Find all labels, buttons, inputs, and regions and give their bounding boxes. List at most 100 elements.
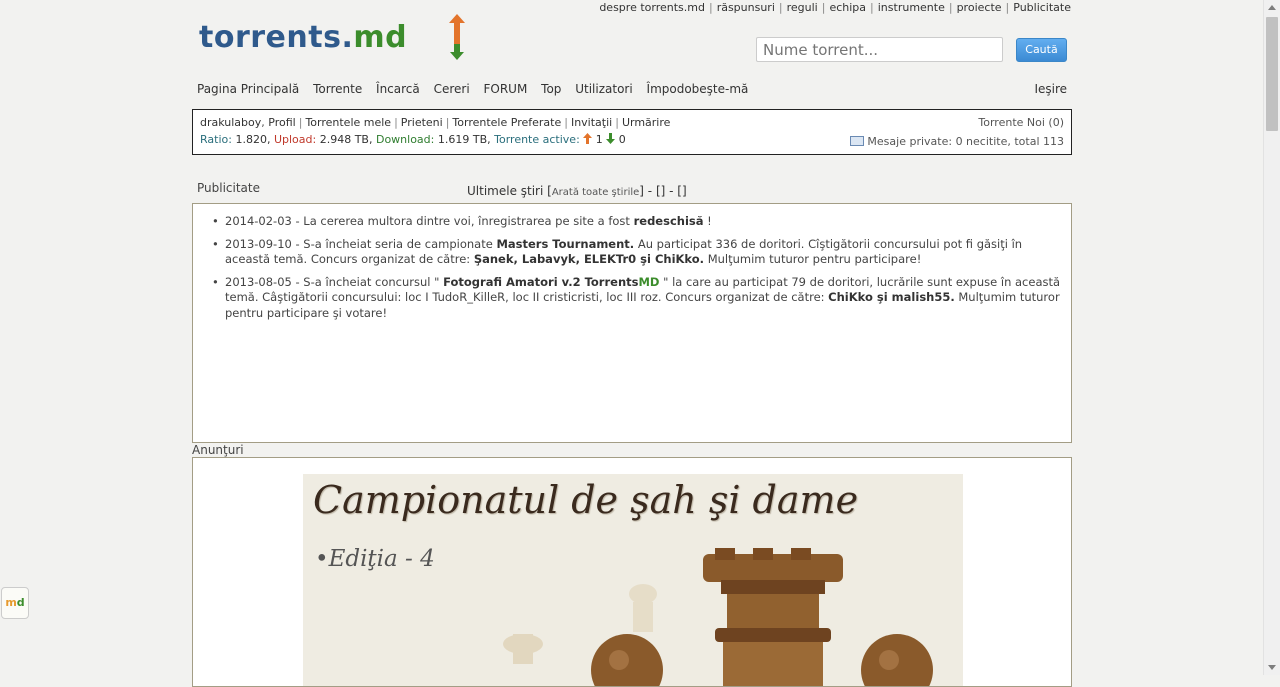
scroll-up-icon[interactable] <box>1268 5 1276 10</box>
link-prieteni[interactable]: Prieteni <box>401 116 443 129</box>
separator: | <box>708 1 713 14</box>
news-text: - La cererea multora dintre voi, înregis… <box>291 214 634 228</box>
active-up-count: 1 <box>595 133 603 146</box>
nav-cereri[interactable]: Cereri <box>434 82 470 96</box>
link-torrentele-mele[interactable]: Torrentele mele <box>305 116 391 129</box>
search-input[interactable] <box>756 37 1003 62</box>
top-links: despre torrents.md | răspunsuri | reguli | ech… <box>599 1 1071 14</box>
separator: | <box>298 116 303 129</box>
upload-value: 2.948 TB <box>319 133 369 146</box>
link-preferate[interactable]: Torrentele Preferate <box>452 116 561 129</box>
nav-incarca[interactable]: Încarcă <box>376 82 420 96</box>
news-text: Mulţumim tuturor pentru participare! <box>704 252 922 266</box>
news-text: ! <box>703 214 712 228</box>
news-date: 2013-09-10 <box>225 236 292 251</box>
nav-impodobeste[interactable]: Împodobeşte-mă <box>647 82 749 96</box>
site-logo[interactable]: torrents.md <box>199 14 469 60</box>
main-nav: Pagina Principală Torrente Încarcă Cerer… <box>197 82 758 96</box>
separator: | <box>821 1 826 14</box>
active-down-count: 0 <box>618 133 626 146</box>
logo-md: md <box>353 20 408 55</box>
bullet: • <box>212 236 219 251</box>
user-panel: drakulaboy, Profil | Torrentele mele | Priet… <box>192 109 1072 155</box>
new-torrents-link[interactable]: Torrente Noi (0) <box>978 116 1064 129</box>
news-bold: Fotografi Amatori v.2 Torrents <box>443 274 639 289</box>
nav-top[interactable]: Top <box>541 82 561 96</box>
badge-m: m <box>5 596 17 609</box>
separator: | <box>445 116 450 129</box>
user-links: drakulaboy, Profil | Torrentele mele | Priet… <box>200 116 671 129</box>
username[interactable]: drakulaboy <box>200 116 261 129</box>
private-messages[interactable]: Mesaje private: 0 necitite, total 113 <box>850 135 1064 148</box>
banner-edition: •Ediţia - 4 <box>315 546 435 572</box>
news-date: 2013-08-05 <box>225 274 292 289</box>
envelope-icon <box>850 136 865 146</box>
link-urmarire[interactable]: Urmărire <box>622 116 670 129</box>
md-badge[interactable]: md <box>1 587 29 619</box>
ratio-value: 1.820 <box>235 133 267 146</box>
separator: | <box>948 1 953 14</box>
news-green: MD <box>638 274 660 289</box>
news-bold: ChiKko şi malish55. <box>828 290 955 304</box>
download-label: Download: <box>375 133 435 146</box>
link-echipa[interactable]: echipa <box>829 1 866 14</box>
scroll-down-icon[interactable] <box>1268 665 1276 670</box>
link-proiecte[interactable]: proiecte <box>957 1 1002 14</box>
link-publicitate[interactable]: Publicitate <box>1013 1 1071 14</box>
logo-wordmark: torrents.md <box>199 20 407 55</box>
separator: | <box>870 1 874 14</box>
link-reguli[interactable]: reguli <box>787 1 818 14</box>
nav-home[interactable]: Pagina Principală <box>197 82 299 96</box>
news-item: • 2013-08-05 - S-a încheiat concursul " F… <box>211 275 1061 322</box>
news-extra: - [] - [] <box>647 184 687 198</box>
arrow-down-icon <box>606 133 616 144</box>
link-despre[interactable]: despre torrents.md <box>599 1 705 14</box>
show-all-news-link[interactable]: Arată toate ştirile <box>552 187 639 198</box>
separator: | <box>615 116 619 129</box>
news-date: 2014-02-03 <box>225 214 292 228</box>
news-header: Ultimele ştiri [Arată toate ştirile] - [… <box>467 184 687 198</box>
ratio-label: Ratio: <box>200 133 232 146</box>
nav-forum[interactable]: FORUM <box>484 82 528 96</box>
link-invitatii[interactable]: Invitaţii <box>571 116 612 129</box>
separator: | <box>1005 1 1010 14</box>
news-item: • 2014-02-03 - La cererea multora dintre … <box>211 214 1061 230</box>
news-bold: Masters Tournament. <box>496 236 635 251</box>
bullet: • <box>212 214 219 228</box>
scrollbar-thumb[interactable] <box>1266 17 1278 131</box>
user-stats: Ratio: 1.820, Upload: 2.948 TB, Download… <box>200 133 626 146</box>
separator: | <box>778 1 783 14</box>
bullet: • <box>212 274 219 289</box>
logo-text: torrents. <box>199 20 354 55</box>
chess-banner[interactable]: Campionatul de şah şi dame •Ediţia - 4 <box>303 474 963 686</box>
news-list: • 2014-02-03 - La cererea multora dintre … <box>193 204 1071 321</box>
logout-link[interactable]: Ieşire <box>1034 82 1067 96</box>
arrow-up-icon <box>583 133 593 144</box>
active-label: Torrente active: <box>494 133 580 146</box>
publicitate-title: Publicitate <box>197 181 260 195</box>
download-value: 1.619 TB <box>437 133 488 146</box>
vertical-scrollbar[interactable] <box>1263 0 1280 675</box>
news-text: - S-a încheiat concursul " <box>291 274 444 289</box>
announcement-box: Campionatul de şah şi dame •Ediţia - 4 <box>192 457 1072 687</box>
news-title: Ultimele ştiri <box>467 184 544 198</box>
upload-label: Upload: <box>273 133 317 146</box>
news-box: • 2014-02-03 - La cererea multora dintre … <box>192 203 1072 443</box>
news-text: - S-a încheiat seria de campionate <box>291 236 497 251</box>
news-bold: redeschisă <box>633 214 704 228</box>
nav-torrente[interactable]: Torrente <box>313 82 362 96</box>
banner-title: Campionatul de şah şi dame <box>313 478 859 522</box>
link-raspunsuri[interactable]: răspunsuri <box>717 1 775 14</box>
separator: | <box>394 116 398 129</box>
news-item: • 2013-09-10 - S-a încheiat seria de camp… <box>211 237 1061 268</box>
badge-d: d <box>16 596 25 609</box>
link-instrumente[interactable]: instrumente <box>878 1 945 14</box>
logo-arrow-icon <box>449 14 465 60</box>
news-bold: Şanek, Labavyk, ELEKTr0 şi ChiKko. <box>473 252 705 266</box>
anunturi-title: Anunţuri <box>192 443 244 457</box>
messages-text: Mesaje private: 0 necitite, total 113 <box>867 135 1064 148</box>
search-button[interactable]: Caută <box>1016 38 1067 62</box>
nav-utilizatori[interactable]: Utilizatori <box>575 82 632 96</box>
link-profil[interactable]: Profil <box>268 116 295 129</box>
separator: | <box>564 116 568 129</box>
